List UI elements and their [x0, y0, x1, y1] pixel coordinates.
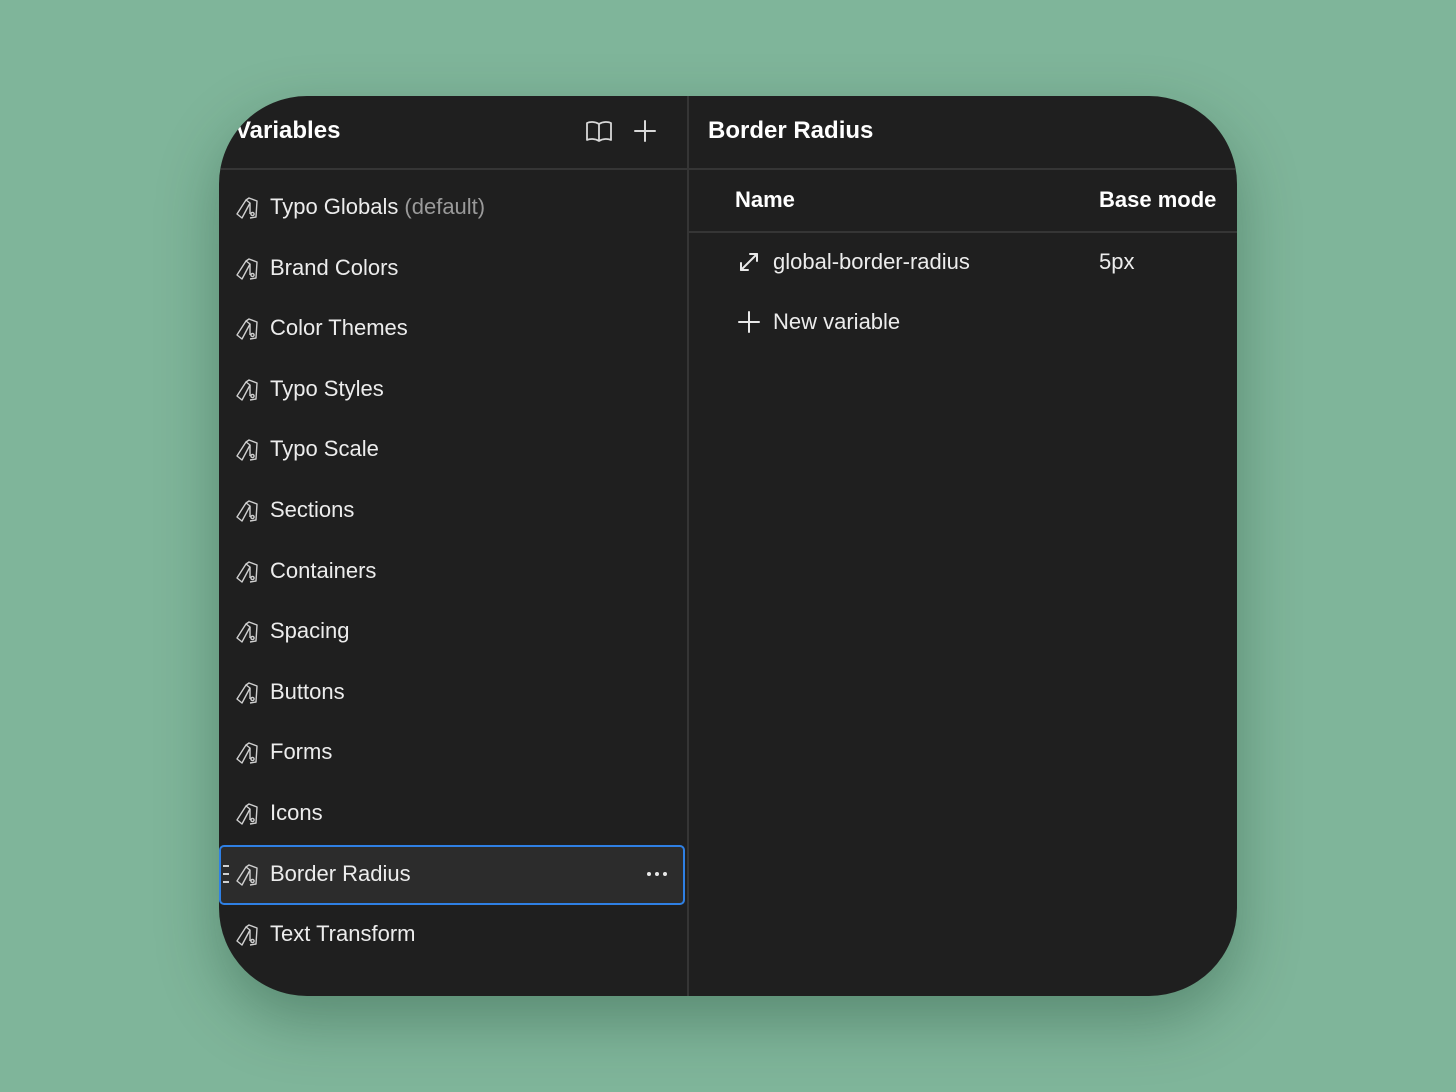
- collection-icon: [235, 195, 260, 220]
- collection-icon: [235, 801, 260, 826]
- variable-row[interactable]: global-border-radius 5px: [689, 233, 1237, 291]
- variables-panel: Border Radius Name Base mode global-bord…: [689, 96, 1237, 996]
- collection-label: Brand Colors: [270, 253, 398, 283]
- collection-item[interactable]: Containers: [219, 541, 687, 602]
- collection-item[interactable]: Sections: [219, 480, 687, 541]
- collection-icon: [235, 922, 260, 947]
- plus-icon[interactable]: [630, 116, 660, 146]
- book-icon[interactable]: [584, 116, 614, 146]
- collection-icon: [235, 377, 260, 402]
- collection-item[interactable]: Buttons: [219, 662, 687, 723]
- collection-name: Typo Globals: [270, 194, 399, 219]
- variable-name[interactable]: global-border-radius: [773, 247, 970, 277]
- collection-name: Text Transform: [270, 921, 416, 947]
- new-variable-button[interactable]: New variable: [689, 293, 1237, 351]
- collection-item[interactable]: Brand Colors: [219, 238, 687, 299]
- collection-name: Buttons: [270, 678, 345, 704]
- collection-icon: [235, 862, 260, 887]
- collection-label: Color Themes: [270, 313, 408, 343]
- panel-title: Border Radius: [708, 117, 874, 144]
- column-header-base-mode[interactable]: Base mode: [1099, 185, 1216, 215]
- collection-item[interactable]: Text Transform: [219, 904, 687, 965]
- collection-icon: [235, 619, 260, 644]
- collection-label: Spacing: [270, 616, 350, 646]
- drag-handle-icon[interactable]: [223, 864, 231, 884]
- plus-icon: [737, 310, 761, 334]
- collection-icon: [235, 680, 260, 705]
- collection-name: Icons: [270, 799, 323, 825]
- collection-name: Typo Styles: [270, 375, 384, 401]
- collection-name: Typo Scale: [270, 436, 379, 462]
- collection-label: Border Radius: [270, 859, 411, 889]
- collection-list: Typo Globals (default) Brand Colors Color T…: [219, 177, 687, 965]
- collection-item[interactable]: Color Themes: [219, 298, 687, 359]
- collection-name: Color Themes: [270, 315, 408, 341]
- collections-sidebar: Variables Typo Globals (default) Brand Col…: [219, 96, 687, 996]
- collection-label: Sections: [270, 495, 354, 525]
- collection-icon: [235, 740, 260, 765]
- collection-name: Border Radius: [270, 860, 411, 886]
- collection-label: Containers: [270, 556, 376, 586]
- collection-item[interactable]: Forms: [219, 722, 687, 783]
- collection-name: Spacing: [270, 618, 350, 644]
- resize-arrow-icon: [737, 250, 761, 274]
- collection-name: Containers: [270, 557, 377, 583]
- collection-item[interactable]: Spacing: [219, 601, 687, 662]
- collection-label: Typo Styles: [270, 374, 384, 404]
- collection-item[interactable]: Typo Styles: [219, 359, 687, 420]
- column-header-name: Name: [735, 187, 795, 212]
- collection-item[interactable]: Icons: [219, 783, 687, 844]
- more-options-icon[interactable]: [645, 864, 669, 884]
- panel-header: Border Radius: [689, 96, 1237, 170]
- collection-icon: [235, 498, 260, 523]
- collection-name: Sections: [270, 496, 355, 522]
- variable-value[interactable]: 5px: [1099, 247, 1134, 277]
- collection-icon: [235, 256, 260, 281]
- table-header: Name Base mode: [689, 169, 1237, 233]
- collection-name: Forms: [270, 739, 333, 765]
- collection-label: Typo Scale: [270, 434, 379, 464]
- collection-item[interactable]: Typo Scale: [219, 419, 687, 480]
- collection-item[interactable]: Border Radius: [219, 844, 687, 905]
- variables-window: Variables Typo Globals (default) Brand Col…: [219, 96, 1237, 996]
- sidebar-header: Variables: [219, 96, 687, 170]
- collection-icon: [235, 559, 260, 584]
- collection-label: Buttons: [270, 677, 345, 707]
- default-badge: (default): [404, 194, 486, 219]
- collection-icon: [235, 437, 260, 462]
- collection-label: Icons: [270, 798, 323, 828]
- sidebar-title: Variables: [235, 117, 341, 144]
- collection-label: Text Transform: [270, 919, 415, 949]
- collection-name: Brand Colors: [270, 254, 399, 280]
- new-variable-label: New variable: [773, 309, 901, 334]
- collection-label: Forms: [270, 737, 332, 767]
- collection-item[interactable]: Typo Globals (default): [219, 177, 687, 238]
- collection-label: Typo Globals (default): [270, 192, 485, 222]
- collection-icon: [235, 316, 260, 341]
